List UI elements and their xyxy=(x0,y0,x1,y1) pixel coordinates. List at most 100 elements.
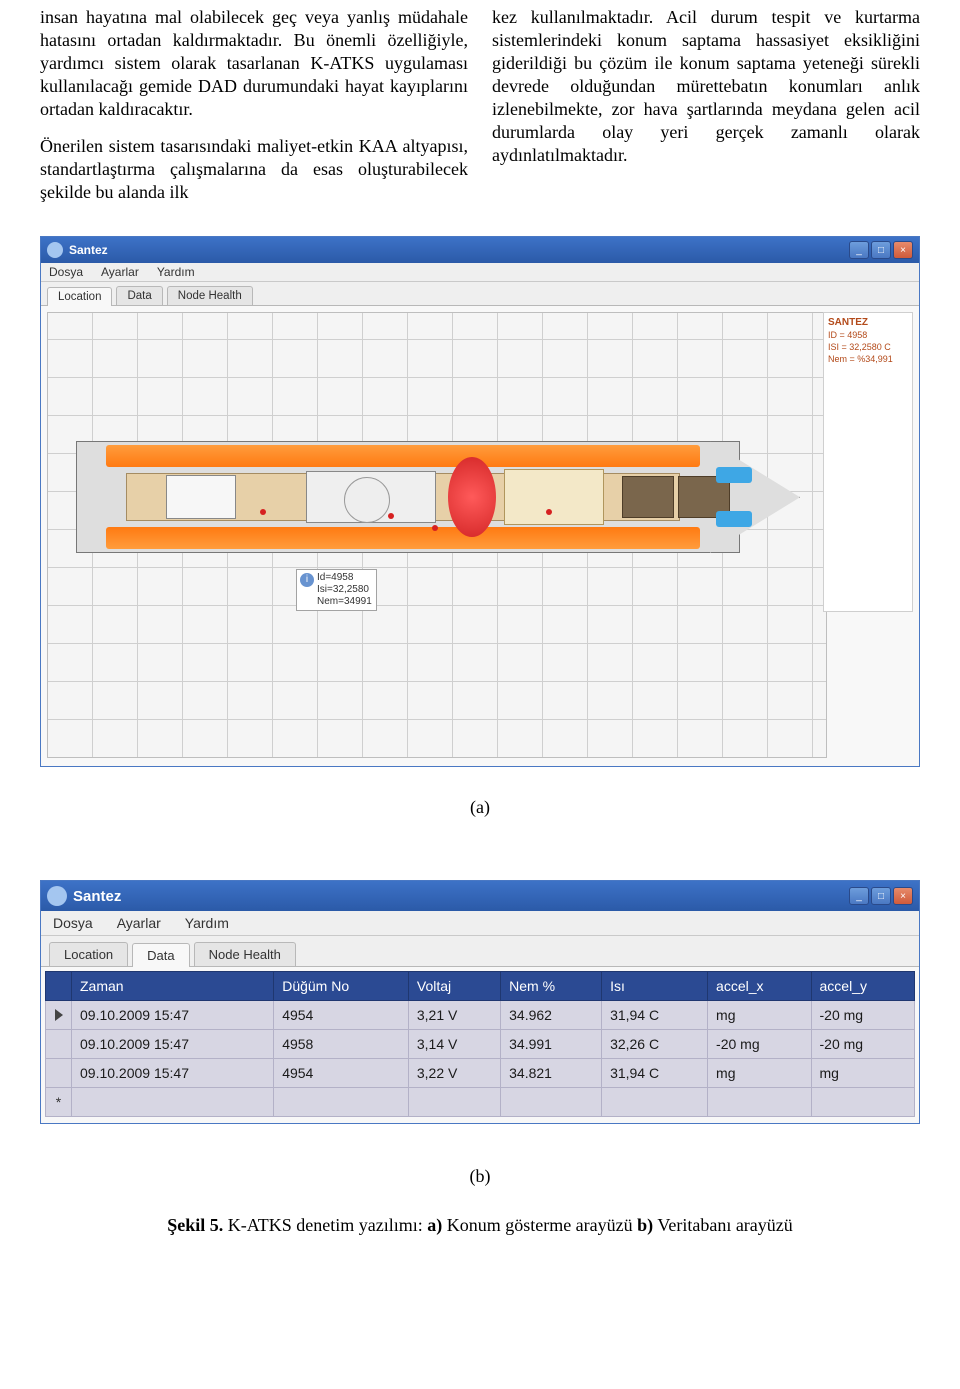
col-header-nem[interactable]: Nem % xyxy=(501,972,602,1001)
cell[interactable]: 09.10.2009 15:47 xyxy=(72,1001,274,1030)
paragraph: Önerilen sistem tasarısındaki maliyet-et… xyxy=(40,135,468,204)
menubar: Dosya Ayarlar Yardım xyxy=(41,263,919,282)
tooltip-line: Isi=32,2580 xyxy=(317,584,372,596)
tabbar: Location Data Node Health xyxy=(41,936,919,967)
menu-dosya[interactable]: Dosya xyxy=(49,265,83,279)
figure-a-wrap: Santez _ □ × Dosya Ayarlar Yardım Locati… xyxy=(0,236,960,840)
cell[interactable]: mg xyxy=(708,1059,811,1088)
ship-funnel xyxy=(448,457,496,537)
content-area: i Id=4958 Isi=32,2580 Nem=34991 SANTEZ I… xyxy=(41,306,919,766)
side-line: ID = 4958 xyxy=(828,330,908,340)
maximize-button[interactable]: □ xyxy=(871,887,891,905)
menu-dosya[interactable]: Dosya xyxy=(53,915,93,931)
cell[interactable]: 09.10.2009 15:47 xyxy=(72,1030,274,1059)
close-button[interactable]: × xyxy=(893,887,913,905)
table-row[interactable]: 09.10.2009 15:47 4954 3,22 V 34.821 31,9… xyxy=(46,1059,915,1088)
tab-data[interactable]: Data xyxy=(132,943,189,967)
tab-location[interactable]: Location xyxy=(49,942,128,966)
app-window-b: Santez _ □ × Dosya Ayarlar Yardım Locati… xyxy=(40,880,920,1124)
tab-node-health[interactable]: Node Health xyxy=(167,286,253,305)
cell[interactable]: -20 mg xyxy=(811,1030,915,1059)
cell[interactable] xyxy=(708,1088,811,1117)
caption-b: b) xyxy=(637,1215,653,1235)
cell[interactable]: 4954 xyxy=(274,1059,409,1088)
row-selector[interactable]: * xyxy=(46,1088,72,1117)
tooltip-line: Nem=34991 xyxy=(317,596,372,608)
table-row[interactable]: 09.10.2009 15:47 4954 3,21 V 34.962 31,9… xyxy=(46,1001,915,1030)
tab-data[interactable]: Data xyxy=(116,286,162,305)
col-header-voltaj[interactable]: Voltaj xyxy=(408,972,500,1001)
tabbar: Location Data Node Health xyxy=(41,282,919,306)
cell[interactable] xyxy=(602,1088,708,1117)
cell[interactable]: mg xyxy=(708,1001,811,1030)
table-row[interactable]: 09.10.2009 15:47 4958 3,14 V 34.991 32,2… xyxy=(46,1030,915,1059)
col-header-accel-y[interactable]: accel_y xyxy=(811,972,915,1001)
cell[interactable]: -20 mg xyxy=(708,1030,811,1059)
text-col-right: kez kullanılmaktadır. Acil durum tespit … xyxy=(492,6,920,218)
maximize-button[interactable]: □ xyxy=(871,241,891,259)
col-header-accel-x[interactable]: accel_x xyxy=(708,972,811,1001)
paragraph: insan hayatına mal olabilecek geç veya y… xyxy=(40,6,468,121)
menu-ayarlar[interactable]: Ayarlar xyxy=(117,915,161,931)
cell[interactable]: 31,94 C xyxy=(602,1001,708,1030)
cell[interactable] xyxy=(408,1088,500,1117)
cell[interactable]: 34.962 xyxy=(501,1001,602,1030)
menu-yardim[interactable]: Yardım xyxy=(157,265,195,279)
cell[interactable]: 4954 xyxy=(274,1001,409,1030)
caption-text: Veritabanı arayüzü xyxy=(653,1215,793,1235)
figure-a-label: (a) xyxy=(40,797,920,818)
cell[interactable]: 3,21 V xyxy=(408,1001,500,1030)
cell[interactable]: mg xyxy=(811,1059,915,1088)
side-line: Nem = %34,991 xyxy=(828,354,908,364)
cell[interactable]: 4958 xyxy=(274,1030,409,1059)
cell[interactable] xyxy=(274,1088,409,1117)
ship-block xyxy=(504,469,604,525)
text-col-left: insan hayatına mal olabilecek geç veya y… xyxy=(40,6,468,218)
tab-node-health[interactable]: Node Health xyxy=(194,942,296,966)
cell[interactable]: 31,94 C xyxy=(602,1059,708,1088)
row-selector[interactable] xyxy=(46,1001,72,1030)
menu-yardim[interactable]: Yardım xyxy=(185,915,229,931)
close-button[interactable]: × xyxy=(893,241,913,259)
titlebar[interactable]: Santez _ □ × xyxy=(41,237,919,263)
tooltip-line: Id=4958 xyxy=(317,572,372,584)
paragraph: kez kullanılmaktadır. Acil durum tespit … xyxy=(492,6,920,167)
current-row-icon xyxy=(55,1009,63,1021)
minimize-button[interactable]: _ xyxy=(849,887,869,905)
row-selector[interactable] xyxy=(46,1059,72,1088)
titlebar[interactable]: Santez _ □ × xyxy=(41,881,919,911)
menu-ayarlar[interactable]: Ayarlar xyxy=(101,265,139,279)
ship-grid[interactable]: i Id=4958 Isi=32,2580 Nem=34991 xyxy=(47,312,827,758)
cell[interactable]: 32,26 C xyxy=(602,1030,708,1059)
caption-lead: Şekil 5. xyxy=(167,1215,223,1235)
data-table[interactable]: Zaman Düğüm No Voltaj Nem % Isı accel_x … xyxy=(45,971,915,1117)
ship-rail-bottom xyxy=(106,527,700,549)
ship-block xyxy=(166,475,236,519)
cell[interactable]: 34.991 xyxy=(501,1030,602,1059)
cell[interactable] xyxy=(501,1088,602,1117)
cell[interactable]: -20 mg xyxy=(811,1001,915,1030)
cell[interactable]: 34.821 xyxy=(501,1059,602,1088)
content-area: Zaman Düğüm No Voltaj Nem % Isı accel_x … xyxy=(41,967,919,1123)
cell[interactable]: 3,14 V xyxy=(408,1030,500,1059)
figure-b-label: (b) xyxy=(40,1166,920,1187)
cell[interactable]: 3,22 V xyxy=(408,1059,500,1088)
node-tooltip: i Id=4958 Isi=32,2580 Nem=34991 xyxy=(296,569,377,611)
app-window-a: Santez _ □ × Dosya Ayarlar Yardım Locati… xyxy=(40,236,920,767)
cell[interactable] xyxy=(72,1088,274,1117)
body-text: insan hayatına mal olabilecek geç veya y… xyxy=(0,0,960,236)
cell[interactable] xyxy=(811,1088,915,1117)
ship-hatch xyxy=(622,476,674,518)
col-header-zaman[interactable]: Zaman xyxy=(72,972,274,1001)
info-icon: i xyxy=(300,573,314,587)
row-selector[interactable] xyxy=(46,1030,72,1059)
col-header-isi[interactable]: Isı xyxy=(602,972,708,1001)
col-header-dugum-no[interactable]: Düğüm No xyxy=(274,972,409,1001)
tab-location[interactable]: Location xyxy=(47,287,112,306)
cell[interactable]: 09.10.2009 15:47 xyxy=(72,1059,274,1088)
table-new-row[interactable]: * xyxy=(46,1088,915,1117)
caption-text: K-ATKS denetim yazılımı: xyxy=(223,1215,427,1235)
caption-text: Konum gösterme arayüzü xyxy=(442,1215,637,1235)
ship-graphic xyxy=(76,431,800,563)
minimize-button[interactable]: _ xyxy=(849,241,869,259)
